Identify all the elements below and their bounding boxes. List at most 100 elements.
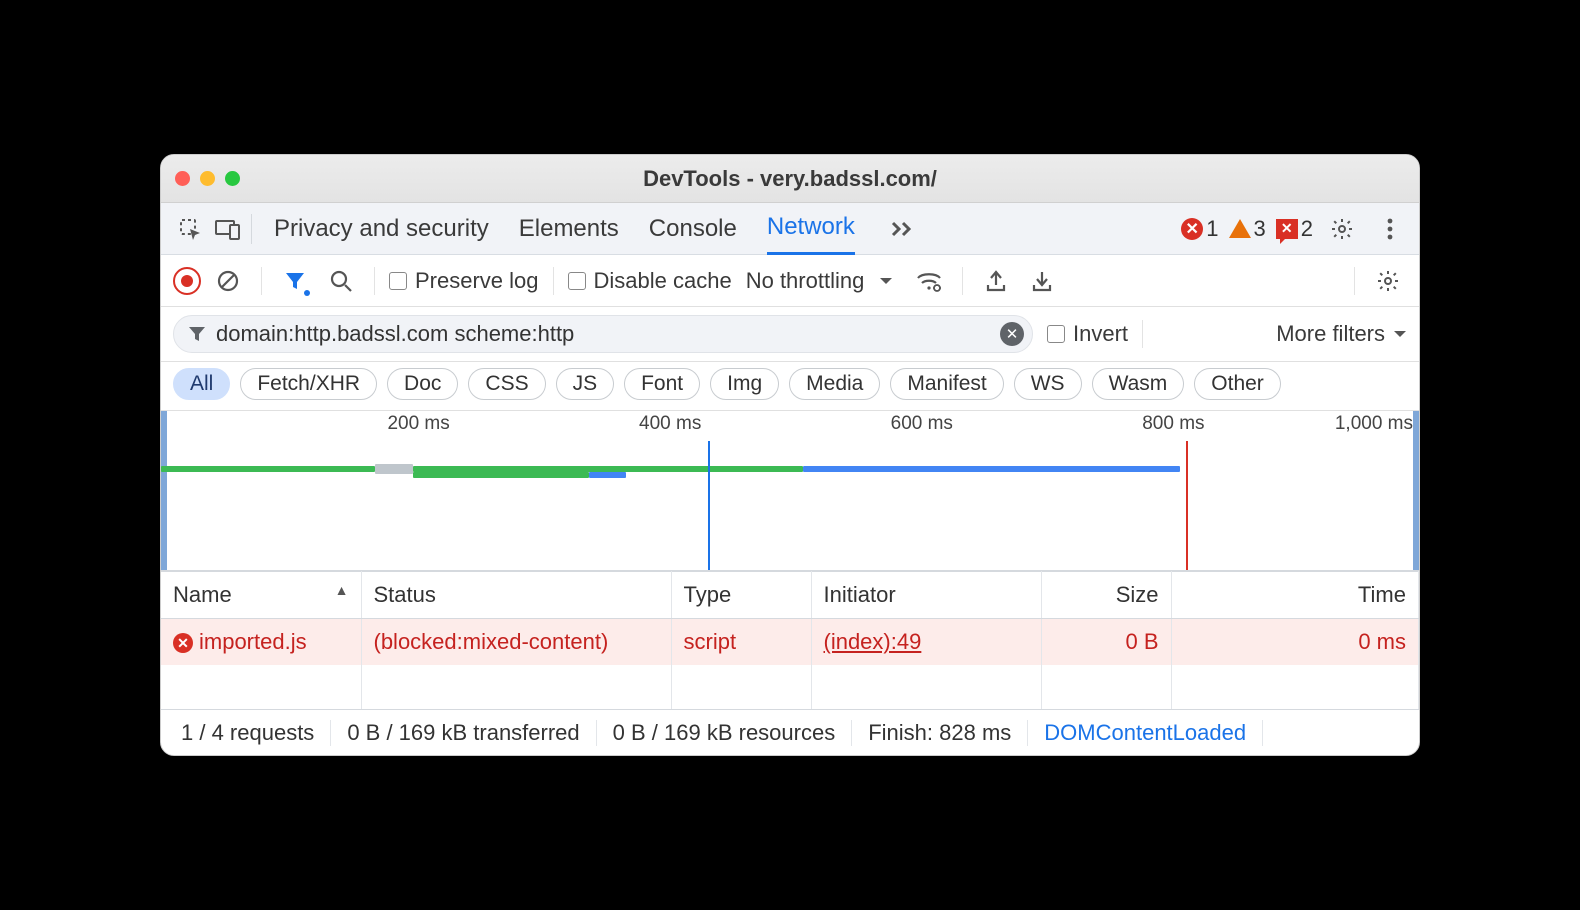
- cell-size: 0 B: [1041, 619, 1171, 666]
- chip-ws[interactable]: WS: [1014, 368, 1082, 400]
- filter-bar: domain:http.badssl.com scheme:http ✕ Inv…: [161, 307, 1419, 362]
- chip-manifest[interactable]: Manifest: [890, 368, 1003, 400]
- col-name[interactable]: Name▲: [161, 572, 361, 619]
- filter-funnel-icon: [188, 325, 206, 343]
- chip-wasm[interactable]: Wasm: [1092, 368, 1185, 400]
- cell-initiator[interactable]: (index):49: [811, 619, 1041, 666]
- tab-elements[interactable]: Elements: [519, 203, 619, 255]
- throttling-select[interactable]: No throttling: [746, 268, 903, 294]
- separator: [1142, 320, 1143, 348]
- kebab-menu-icon[interactable]: [1371, 210, 1409, 248]
- chip-js[interactable]: JS: [556, 368, 615, 400]
- table-header-row: Name▲ Status Type Initiator Size Time: [161, 572, 1419, 619]
- search-icon[interactable]: [322, 262, 360, 300]
- chip-media[interactable]: Media: [789, 368, 880, 400]
- issue-icon: ✕: [1276, 219, 1298, 239]
- chip-all[interactable]: All: [173, 368, 230, 400]
- col-time[interactable]: Time: [1171, 572, 1419, 619]
- status-requests: 1 / 4 requests: [165, 720, 331, 746]
- col-initiator[interactable]: Initiator: [811, 572, 1041, 619]
- tab-network[interactable]: Network: [767, 203, 855, 255]
- preserve-log-label: Preserve log: [415, 268, 539, 294]
- status-transferred: 0 B / 169 kB transferred: [331, 720, 596, 746]
- tick-label: 200 ms: [387, 413, 449, 435]
- chevron-down-icon: [870, 276, 902, 286]
- overview-bar: [413, 472, 589, 478]
- chip-css[interactable]: CSS: [468, 368, 545, 400]
- error-count-badge[interactable]: ✕ 1: [1181, 216, 1218, 242]
- window-title: DevTools - very.badssl.com/: [161, 166, 1419, 192]
- overview-bar: [375, 464, 413, 474]
- chip-img[interactable]: Img: [710, 368, 779, 400]
- checkbox-icon: [389, 272, 407, 290]
- invert-checkbox[interactable]: Invert: [1047, 321, 1128, 347]
- checkbox-icon: [1047, 325, 1065, 343]
- separator: [553, 267, 554, 295]
- settings-icon[interactable]: [1323, 210, 1361, 248]
- tick-label: 600 ms: [891, 413, 953, 435]
- disable-cache-checkbox[interactable]: Disable cache: [568, 268, 732, 294]
- device-toolbar-icon[interactable]: [209, 210, 247, 248]
- separator: [1354, 267, 1355, 295]
- network-toolbar: Preserve log Disable cache No throttling: [161, 255, 1419, 307]
- tab-privacy-security[interactable]: Privacy and security: [274, 203, 489, 255]
- col-type[interactable]: Type: [671, 572, 811, 619]
- error-icon: ✕: [1181, 218, 1203, 240]
- inspect-element-icon[interactable]: [171, 210, 209, 248]
- overview-handle-left[interactable]: [161, 411, 167, 570]
- record-button[interactable]: [173, 267, 201, 295]
- throttling-label: No throttling: [746, 268, 865, 294]
- preserve-log-checkbox[interactable]: Preserve log: [389, 268, 539, 294]
- titlebar: DevTools - very.badssl.com/: [161, 155, 1419, 203]
- cell-status: (blocked:mixed-content): [361, 619, 671, 666]
- filter-icon[interactable]: [276, 262, 314, 300]
- overview-bar: [803, 466, 1180, 472]
- chip-font[interactable]: Font: [624, 368, 700, 400]
- resource-type-filters: All Fetch/XHR Doc CSS JS Font Img Media …: [161, 362, 1419, 411]
- main-tabs: Privacy and security Elements Console Ne…: [161, 203, 1419, 255]
- separator: [962, 267, 963, 295]
- import-har-icon[interactable]: [1023, 262, 1061, 300]
- chip-doc[interactable]: Doc: [387, 368, 458, 400]
- status-dcl[interactable]: DOMContentLoaded: [1028, 720, 1263, 746]
- more-tabs-icon[interactable]: [891, 221, 915, 237]
- filter-value: domain:http.badssl.com scheme:http: [216, 321, 574, 347]
- clear-icon[interactable]: [209, 262, 247, 300]
- clear-filter-icon[interactable]: ✕: [1000, 322, 1024, 346]
- status-resources: 0 B / 169 kB resources: [597, 720, 853, 746]
- warning-icon: [1229, 219, 1251, 238]
- more-filters-label: More filters: [1276, 321, 1385, 347]
- tab-console[interactable]: Console: [649, 203, 737, 255]
- cell-type: script: [671, 619, 811, 666]
- network-settings-icon[interactable]: [1369, 262, 1407, 300]
- network-conditions-icon[interactable]: [910, 262, 948, 300]
- cell-name: ✕imported.js: [161, 619, 361, 666]
- cell-time: 0 ms: [1171, 619, 1419, 666]
- tick-label: 800 ms: [1142, 413, 1204, 435]
- filter-input[interactable]: domain:http.badssl.com scheme:http ✕: [173, 315, 1033, 353]
- error-icon: ✕: [173, 633, 193, 653]
- separator: [251, 214, 252, 244]
- issue-count-badge[interactable]: ✕ 2: [1276, 216, 1313, 242]
- status-bar: 1 / 4 requests 0 B / 169 kB transferred …: [161, 709, 1419, 755]
- devtools-window: DevTools - very.badssl.com/ Privacy and …: [160, 154, 1420, 756]
- separator: [261, 267, 262, 295]
- warning-count-badge[interactable]: 3: [1229, 216, 1266, 242]
- checkbox-icon: [568, 272, 586, 290]
- dom-content-loaded-line: [708, 441, 710, 570]
- col-size[interactable]: Size: [1041, 572, 1171, 619]
- overview-bar: [589, 472, 627, 478]
- timeline-overview[interactable]: 200 ms 400 ms 600 ms 800 ms 1,000 ms: [161, 411, 1419, 571]
- invert-label: Invert: [1073, 321, 1128, 347]
- table-row-empty: [161, 665, 1419, 709]
- overview-handle-right[interactable]: [1413, 411, 1419, 570]
- overview-bar: [161, 466, 375, 472]
- tick-label: 1,000 ms: [1335, 413, 1413, 435]
- table-row[interactable]: ✕imported.js (blocked:mixed-content) scr…: [161, 619, 1419, 666]
- export-har-icon[interactable]: [977, 262, 1015, 300]
- more-filters-button[interactable]: More filters: [1276, 321, 1407, 347]
- error-count: 1: [1206, 216, 1218, 242]
- chip-fetch-xhr[interactable]: Fetch/XHR: [240, 368, 377, 400]
- col-status[interactable]: Status: [361, 572, 671, 619]
- chip-other[interactable]: Other: [1194, 368, 1281, 400]
